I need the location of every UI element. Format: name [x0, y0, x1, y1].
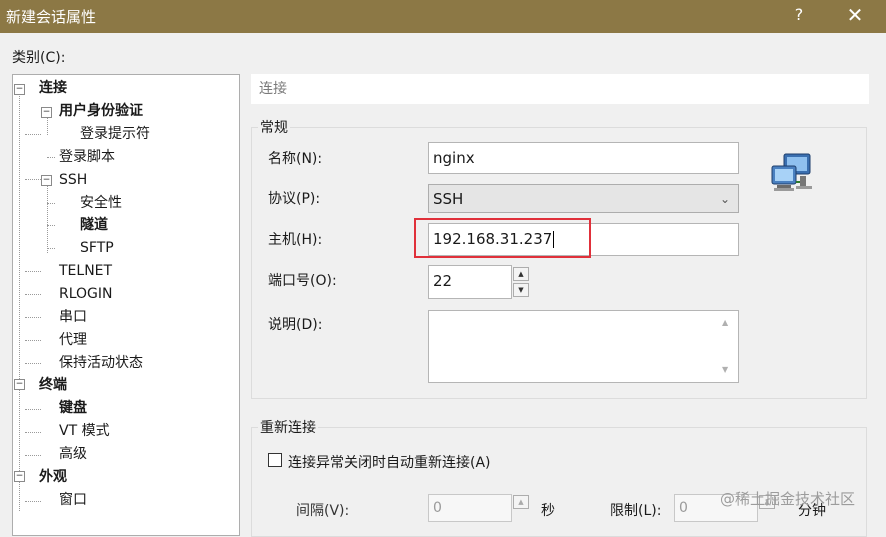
tree-line	[25, 271, 41, 272]
tree-item-terminal[interactable]: 终端	[39, 374, 67, 396]
description-label: 说明(D):	[268, 317, 323, 333]
interval-field[interactable]: 0	[428, 494, 512, 522]
tree-item-rlogin[interactable]: RLOGIN	[59, 283, 113, 305]
port-spin-down[interactable]: ▼	[513, 283, 529, 297]
limit-label: 限制(L):	[610, 503, 662, 519]
tree-item-keyboard[interactable]: 键盘	[59, 397, 87, 419]
chevron-down-icon: ⌄	[719, 192, 730, 206]
interval-label: 间隔(V):	[296, 503, 350, 519]
tree-item-telnet[interactable]: TELNET	[59, 260, 112, 282]
tree-item-tunnel[interactable]: 隧道	[80, 214, 108, 236]
tree-line	[47, 248, 55, 249]
tree-item-connection[interactable]: 连接	[39, 77, 67, 99]
auto-reconnect-checkbox[interactable]	[268, 453, 282, 467]
tree-item-vt-mode[interactable]: VT 模式	[59, 420, 110, 442]
tree-line	[25, 363, 41, 364]
auto-reconnect-label[interactable]: 连接异常关闭时自动重新连接(A)	[288, 452, 491, 472]
tree-item-appearance[interactable]: 外观	[39, 466, 67, 488]
port-spin-up[interactable]: ▲	[513, 267, 529, 281]
tree-item-sftp[interactable]: SFTP	[80, 237, 114, 259]
category-tree[interactable]: − − − − − 连接 用户身份验证 登录提示符 登录脚本 SSH 安全性 隧…	[12, 74, 240, 536]
help-button[interactable]: ?	[789, 5, 809, 24]
tree-line	[25, 317, 41, 318]
watermark: @稀土掘金技术社区	[720, 490, 856, 508]
reconnect-group-title: 重新连接	[258, 417, 318, 437]
tree-line	[19, 91, 20, 511]
tree-expander-connection[interactable]: −	[14, 84, 25, 95]
general-group-title: 常规	[258, 117, 290, 137]
tree-line	[47, 203, 55, 204]
title-bar: 新建会话属性 ? ✕	[0, 0, 886, 33]
tree-expander-appearance[interactable]: −	[14, 471, 25, 482]
tree-expander-auth[interactable]: −	[41, 107, 52, 118]
interval-spin-up[interactable]: ▲	[513, 495, 529, 509]
tree-line	[25, 340, 41, 341]
port-label: 端口号(O):	[268, 273, 337, 289]
tree-line	[25, 294, 41, 295]
tree-item-window[interactable]: 窗口	[59, 489, 87, 511]
close-button[interactable]: ✕	[844, 3, 866, 27]
tree-line	[25, 179, 41, 180]
scroll-down-arrow-icon: ▼	[722, 365, 729, 374]
tree-item-ssh[interactable]: SSH	[59, 169, 87, 191]
tree-line	[47, 157, 55, 158]
port-field[interactable]: 22	[428, 265, 512, 299]
category-label: 类别(C):	[12, 50, 66, 66]
tree-expander-ssh[interactable]: −	[41, 175, 52, 186]
tree-line	[47, 115, 48, 135]
tree-expander-terminal[interactable]: −	[14, 379, 25, 390]
tree-line	[25, 134, 41, 135]
protocol-select-value: SSH	[433, 190, 464, 208]
highlight-box	[414, 218, 591, 258]
protocol-label: 协议(P):	[268, 191, 321, 207]
network-computers-icon	[771, 153, 812, 191]
tree-item-serial[interactable]: 串口	[59, 306, 87, 328]
host-label: 主机(H):	[268, 232, 323, 248]
name-label: 名称(N):	[268, 151, 323, 167]
tree-line	[25, 455, 41, 456]
window-title: 新建会话属性	[6, 8, 97, 26]
description-field[interactable]	[428, 310, 739, 383]
tree-item-proxy[interactable]: 代理	[59, 329, 87, 351]
tree-item-advanced[interactable]: 高级	[59, 443, 87, 465]
panel-header: 连接	[251, 74, 869, 104]
tree-line	[25, 501, 41, 502]
tree-item-login-script[interactable]: 登录脚本	[59, 146, 115, 168]
tree-line	[47, 225, 55, 226]
interval-unit: 秒	[541, 503, 555, 519]
tree-item-login-prompt[interactable]: 登录提示符	[80, 123, 150, 145]
tree-line	[25, 409, 41, 410]
tree-item-security[interactable]: 安全性	[80, 192, 122, 214]
tree-line	[47, 183, 48, 253]
tree-line	[25, 432, 41, 433]
scroll-up-arrow-icon: ▲	[722, 318, 729, 327]
tree-item-keepalive[interactable]: 保持活动状态	[59, 352, 143, 374]
reconnect-group	[251, 427, 867, 537]
protocol-select[interactable]: SSH ⌄	[428, 184, 739, 213]
name-field[interactable]: nginx	[428, 142, 739, 174]
tree-item-user-auth[interactable]: 用户身份验证	[59, 100, 143, 122]
